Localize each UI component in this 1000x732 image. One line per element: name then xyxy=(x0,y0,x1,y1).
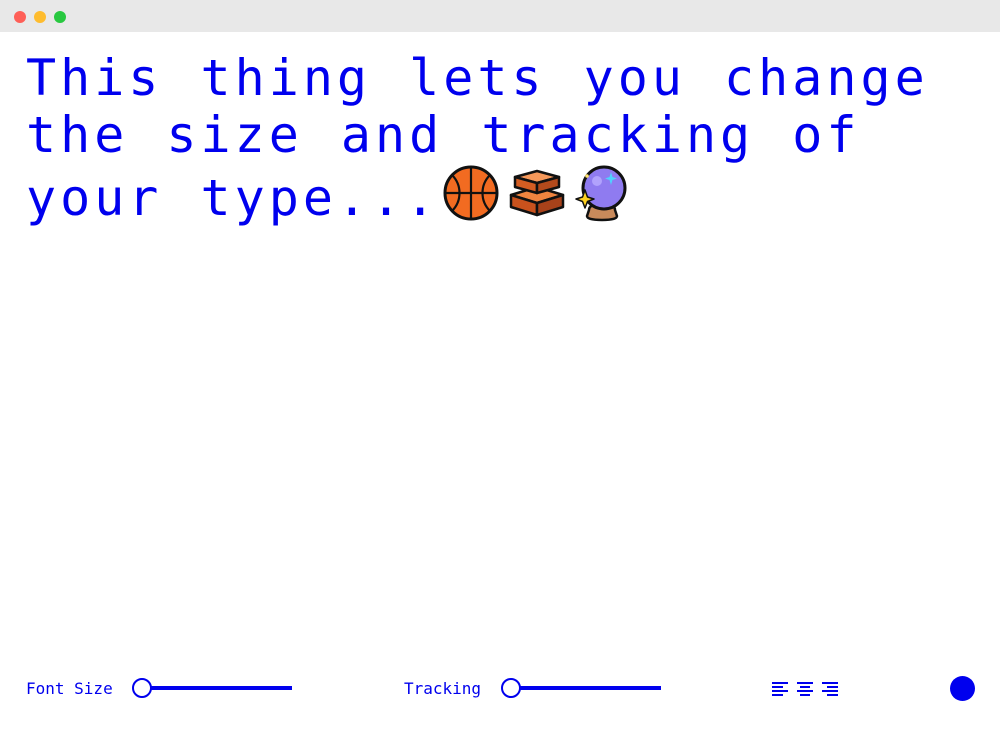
crystal-ball-icon xyxy=(575,164,629,222)
editor-line-3: your type... xyxy=(26,169,440,227)
align-center-icon[interactable] xyxy=(797,681,814,696)
type-editor[interactable]: This thing lets you change the size and … xyxy=(26,50,966,227)
controls-bar: Font Size Tracking xyxy=(0,668,1000,708)
editor-line-1: This thing lets you change xyxy=(26,49,929,107)
font-size-slider[interactable] xyxy=(132,677,292,699)
close-window-button[interactable] xyxy=(14,11,26,23)
editor-line-2: the size and tracking of xyxy=(26,106,861,164)
title-bar xyxy=(0,0,1000,32)
minimize-window-button[interactable] xyxy=(34,11,46,23)
tracking-slider[interactable] xyxy=(501,677,661,699)
bricks-icon xyxy=(507,165,567,221)
tracking-slider-thumb[interactable] xyxy=(501,678,521,698)
text-color-swatch[interactable] xyxy=(950,676,975,701)
basketball-icon xyxy=(443,165,499,221)
tracking-slider-track xyxy=(510,686,661,690)
align-left-icon[interactable] xyxy=(772,681,789,696)
align-right-icon[interactable] xyxy=(822,681,839,696)
zoom-window-button[interactable] xyxy=(54,11,66,23)
app-window: This thing lets you change the size and … xyxy=(0,0,1000,732)
font-size-slider-thumb[interactable] xyxy=(132,678,152,698)
font-size-slider-track xyxy=(141,686,292,690)
font-size-label: Font Size xyxy=(26,679,113,698)
emoji-group xyxy=(443,164,629,222)
tracking-label: Tracking xyxy=(404,679,482,698)
